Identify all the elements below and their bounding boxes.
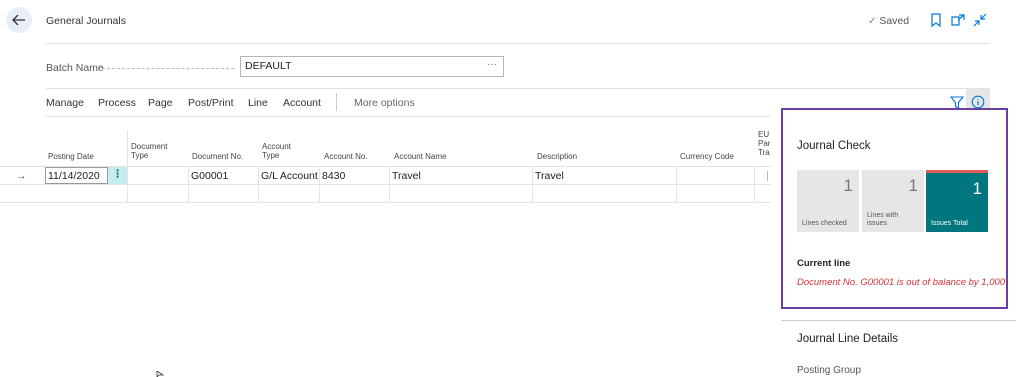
tile-lines-checked[interactable]: 1 Lines checked [797, 170, 859, 232]
posting-group-label: Posting Group [797, 365, 861, 376]
action-process[interactable]: Process [98, 97, 136, 109]
journal-check-title: Journal Check [797, 140, 871, 152]
check-icon: ✓ [868, 16, 877, 27]
action-page[interactable]: Page [148, 97, 173, 109]
action-manage[interactable]: Manage [46, 97, 84, 109]
col-eu-party[interactable]: EU Par Tra [758, 130, 770, 157]
tile-label: Lines with issues [867, 212, 899, 227]
collapse-icon[interactable] [972, 12, 988, 28]
arrow-left-icon [12, 14, 25, 26]
batch-lookup-button[interactable]: ··· [487, 59, 497, 70]
page-title: General Journals [46, 15, 126, 27]
factbox-divider [781, 320, 1016, 321]
col-account-no[interactable]: Account No. [324, 152, 368, 161]
tile-issues-total[interactable]: 1 Issues Total [926, 170, 988, 232]
action-line[interactable]: Line [248, 97, 268, 109]
col-account-type[interactable]: Account Type [262, 142, 302, 160]
col-divider [188, 166, 189, 202]
col-divider [127, 130, 128, 202]
col-divider [532, 166, 533, 202]
batch-name-value: DEFAULT [245, 60, 292, 72]
tile-lines-with-issues[interactable]: 1 Lines with issues [862, 170, 924, 232]
col-divider [258, 166, 259, 202]
tile-value: 1 [908, 176, 918, 195]
actions-divider [46, 116, 781, 117]
col-divider [319, 166, 320, 202]
col-divider [754, 166, 755, 202]
batch-divider [46, 88, 990, 89]
action-post-print[interactable]: Post/Print [188, 97, 234, 109]
row-divider [0, 184, 781, 185]
col-posting-date[interactable]: Posting Date [48, 152, 94, 161]
mouse-cursor-icon [156, 371, 164, 377]
row-divider [0, 202, 781, 203]
tile-value: 1 [972, 179, 982, 198]
saved-label: Saved [879, 15, 910, 27]
back-button[interactable] [6, 7, 32, 33]
posting-date-cell[interactable]: 11/14/2020 [45, 167, 108, 184]
bookmark-icon[interactable] [928, 12, 944, 28]
batch-name-leader [102, 68, 234, 69]
col-currency-code[interactable]: Currency Code [680, 152, 734, 161]
current-line-label: Current line [797, 258, 851, 269]
journal-line-details-title: Journal Line Details [797, 333, 899, 345]
eu-party-checkbox[interactable] [767, 171, 768, 181]
tile-value: 1 [843, 176, 853, 195]
open-new-window-icon[interactable] [950, 12, 966, 28]
col-description[interactable]: Description [537, 152, 577, 161]
header-divider [46, 43, 990, 44]
account-type-cell[interactable]: G/L Account [261, 170, 318, 182]
action-separator [336, 93, 337, 111]
document-no-cell[interactable]: G00001 [191, 170, 228, 182]
batch-name-field[interactable]: DEFAULT ··· [240, 56, 504, 77]
col-document-no[interactable]: Document No. [192, 152, 243, 161]
col-account-name[interactable]: Account Name [394, 152, 446, 161]
action-more-options[interactable]: More options [354, 97, 415, 109]
batch-name-label: Batch Name [46, 62, 104, 74]
col-divider [676, 166, 677, 202]
account-no-cell[interactable]: 8430 [322, 170, 345, 182]
info-icon [971, 95, 985, 109]
saved-status: ✓ Saved [868, 15, 909, 27]
col-document-type[interactable]: Document Type [131, 142, 175, 160]
col-divider [389, 166, 390, 202]
action-account[interactable]: Account [283, 97, 321, 109]
row-actions-button[interactable]: ⋮ [108, 167, 127, 184]
current-row-arrow-icon: → [16, 170, 27, 182]
tile-label: Lines checked [802, 220, 847, 227]
account-name-cell[interactable]: Travel [392, 170, 421, 182]
current-line-error[interactable]: Document No. G00001 is out of balance by… [797, 277, 1005, 288]
general-journals-page: General Journals ✓ Saved Batch Name DEFA… [0, 0, 1022, 377]
description-cell[interactable]: Travel [535, 170, 564, 182]
tile-label: Issues Total [931, 220, 968, 227]
